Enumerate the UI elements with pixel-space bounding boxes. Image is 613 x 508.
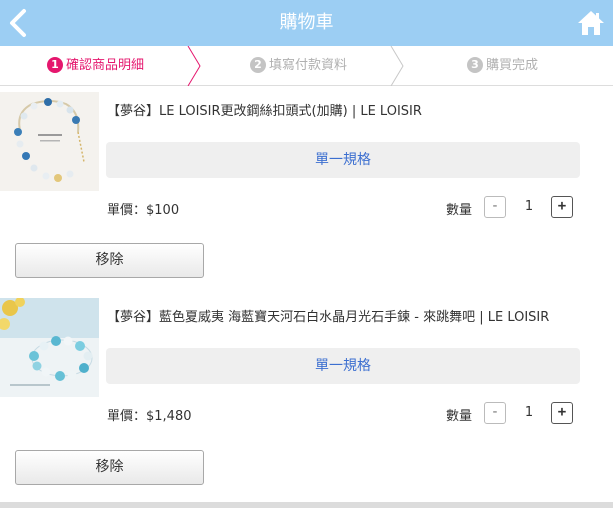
product-name[interactable]: 【夢谷】藍色夏威夷 海藍寶天河石白水晶月光石手鍊 - 來跳舞吧 | LE LOI… (107, 306, 549, 325)
step-label: 填寫付款資料 (269, 58, 348, 73)
home-icon[interactable] (577, 9, 605, 37)
unit-price: 單價：$1,480 (107, 409, 192, 424)
unit-price: 單價：$100 (107, 203, 180, 218)
header-bar: 購物車 (0, 0, 613, 46)
product-thumbnail[interactable] (0, 92, 99, 191)
step-number: 1 (47, 56, 63, 73)
product-thumbnail[interactable] (0, 298, 99, 397)
remove-item-button[interactable]: 移除 (15, 450, 204, 485)
step-complete: 3 購買完成 (467, 46, 538, 86)
quantity-decrease-button[interactable]: - (484, 402, 506, 424)
step-payment-info: 2 填寫付款資料 (250, 46, 347, 86)
spec-selector[interactable]: 單一規格 (106, 142, 580, 178)
step-label: 確認商品明細 (66, 58, 145, 73)
quantity-label: 數量 (446, 203, 473, 218)
step-label: 購買完成 (486, 58, 539, 73)
quantity-value: 1 (524, 405, 534, 420)
remove-item-button[interactable]: 移除 (15, 243, 204, 278)
bottom-divider (0, 502, 613, 508)
product-name[interactable]: 【夢谷】LE LOISIR更改鋼絲扣頭式(加購) | LE LOISIR (107, 100, 422, 119)
quantity-increase-button[interactable]: + (551, 196, 573, 218)
step-number: 3 (467, 56, 483, 73)
step-divider-chevron-icon (390, 46, 404, 86)
checkout-steps: 1 確認商品明細 2 填寫付款資料 3 購買完成 (0, 46, 613, 86)
step-confirm-items: 1 確認商品明細 (47, 46, 144, 86)
spec-selector[interactable]: 單一規格 (106, 348, 580, 384)
quantity-value: 1 (524, 199, 534, 214)
step-divider-chevron-icon (187, 46, 201, 86)
page-title: 購物車 (279, 12, 334, 33)
quantity-label: 數量 (446, 409, 473, 424)
step-number: 2 (250, 56, 266, 73)
quantity-increase-button[interactable]: + (551, 402, 573, 424)
quantity-decrease-button[interactable]: - (484, 196, 506, 218)
